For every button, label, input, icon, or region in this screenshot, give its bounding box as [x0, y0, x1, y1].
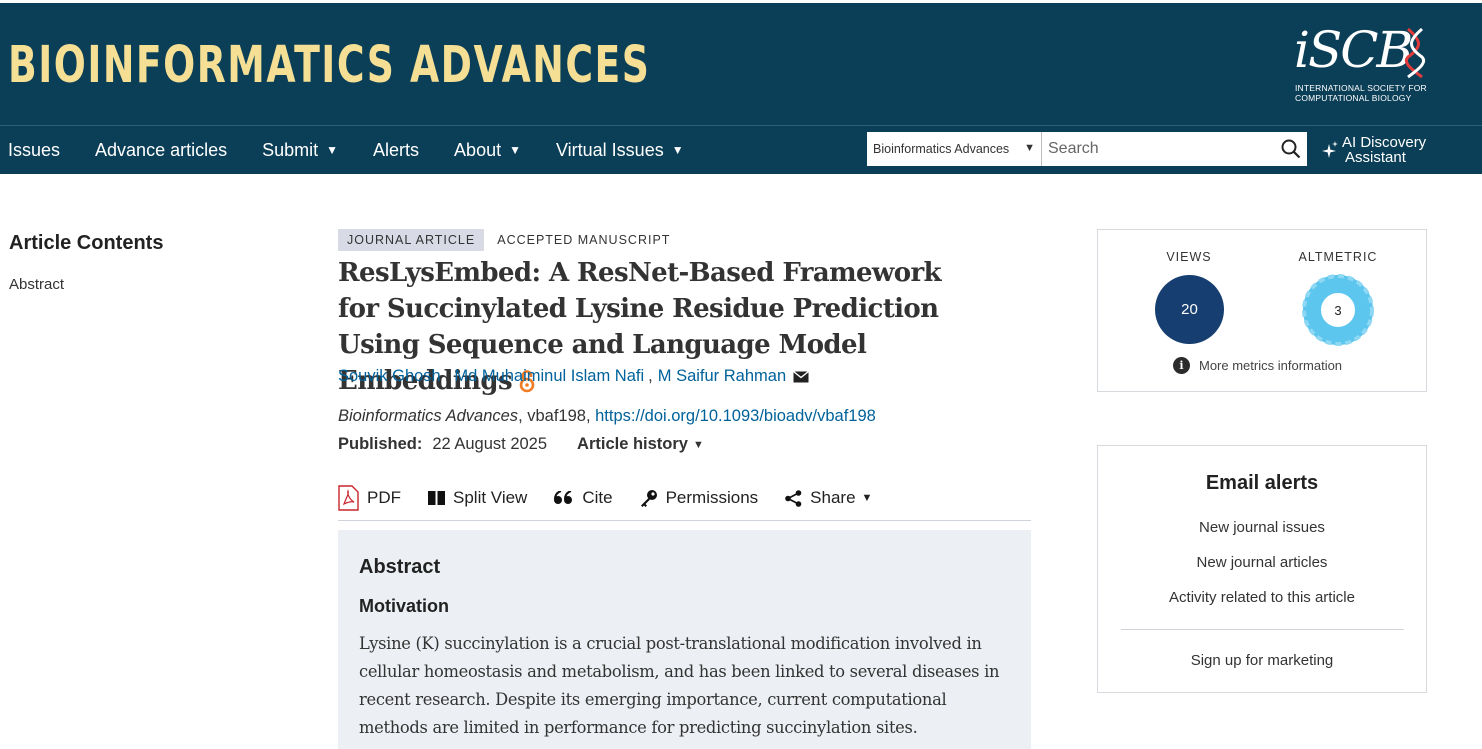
altmetric-score: 3: [1334, 302, 1342, 318]
split-view-icon: [428, 491, 445, 505]
share-icon: [785, 489, 802, 507]
share-button[interactable]: Share ▼: [785, 484, 872, 512]
caret-down-icon: ▼: [861, 492, 873, 504]
caret-down-icon: ▼: [326, 143, 339, 157]
article-history-label: Article history: [577, 435, 688, 453]
main-nav: Issues Advance articles Submit ▼ Alerts A…: [8, 134, 719, 166]
iscb-logo[interactable]: iSCB INTERNATIONAL SOCIETY FOR COMPUTATI…: [1292, 25, 1432, 105]
journal-masthead[interactable]: BIOINFORMATICS ADVANCES: [8, 33, 876, 97]
split-view-label: Split View: [453, 488, 528, 507]
nav-item-label: Virtual Issues: [555, 139, 664, 160]
sparkle-icon: [1322, 141, 1338, 158]
pdf-label: PDF: [367, 488, 401, 507]
motivation-heading: Motivation: [359, 596, 449, 616]
pdf-button[interactable]: PDF: [338, 484, 401, 512]
article-status-badge: ACCEPTED MANUSCRIPT: [497, 233, 671, 247]
dna-helix-icon: [1405, 27, 1425, 79]
search-scope-select[interactable]: Bioinformatics Advances ▼: [867, 132, 1042, 166]
nav-item-label: Advance articles: [95, 139, 228, 160]
nav-item-alerts[interactable]: Alerts: [373, 140, 419, 161]
quote-icon: [554, 491, 573, 504]
author-separator: ,: [648, 367, 653, 385]
split-view-button[interactable]: Split View: [428, 484, 527, 512]
iscb-subtitle: INTERNATIONAL SOCIETY FOR COMPUTATIONAL …: [1295, 83, 1427, 103]
permissions-button[interactable]: Permissions: [640, 484, 759, 512]
search-icon: [1281, 139, 1301, 159]
more-metrics-label: More metrics information: [1199, 358, 1343, 373]
caret-down-icon: ▼: [692, 438, 704, 451]
ai-assistant-line1: AI Discovery: [1342, 134, 1427, 151]
altmetric-label: ALTMETRIC: [1298, 250, 1378, 264]
toc-item-abstract[interactable]: Abstract: [9, 276, 64, 293]
iscb-wordmark: iSCB: [1294, 21, 1413, 79]
nav-item-about[interactable]: About ▼: [454, 140, 521, 161]
pdf-icon: [338, 485, 359, 511]
caret-down-icon: ▼: [671, 143, 684, 157]
alert-article-activity[interactable]: Activity related to this article: [1098, 589, 1426, 606]
key-icon: [640, 490, 657, 507]
nav-item-advance-articles[interactable]: Advance articles: [95, 140, 227, 161]
nav-divider: [0, 125, 1482, 126]
publication-info: Published: 22 August 2025 Article histor…: [338, 435, 704, 454]
more-metrics-link[interactable]: i More metrics information: [1173, 357, 1342, 374]
permissions-label: Permissions: [665, 488, 759, 507]
nav-item-virtual-issues[interactable]: Virtual Issues ▼: [556, 140, 684, 161]
share-label: Share: [810, 488, 856, 507]
caret-down-icon: ▼: [509, 143, 521, 157]
journal-title[interactable]: BIOINFORMATICS ADVANCES: [8, 40, 650, 91]
author-link[interactable]: M Saifur Rahman: [658, 367, 786, 386]
nav-item-label: Submit: [262, 139, 319, 160]
search-button[interactable]: [1275, 132, 1307, 166]
abstract-heading: Abstract: [359, 556, 441, 578]
abstract-text: Lysine (K) succinylation is a crucial po…: [359, 634, 1000, 737]
published-label: Published:: [338, 435, 423, 453]
ai-assistant-line2: Assistant: [1345, 149, 1406, 166]
author-separator: ,: [444, 367, 450, 385]
caret-down-icon: ▼: [1024, 142, 1035, 154]
ai-assistant-label: AI Discovery Assistant: [1342, 135, 1442, 165]
email-alerts-title: Email alerts: [1205, 472, 1319, 494]
published-date: 22 August 2025: [432, 435, 548, 453]
doi-link[interactable]: https://doi.org/10.1093/bioadv/vbaf198: [595, 407, 876, 425]
alert-marketing-signup[interactable]: Sign up for marketing: [1098, 652, 1426, 669]
views-label: VIEWS: [1166, 250, 1212, 264]
views-count: 20: [1181, 301, 1198, 318]
article-toolbar: PDF Split View Cite Permissions Share ▼: [338, 484, 1031, 521]
abstract-section: Abstract Motivation Lysine (K) succinyla…: [338, 530, 1031, 749]
search-input[interactable]: [1042, 132, 1275, 166]
author-link[interactable]: Souvik Ghosh: [338, 367, 441, 386]
search-bar: Bioinformatics Advances ▼: [867, 132, 1307, 166]
ai-discovery-assistant-button[interactable]: AI Discovery Assistant: [1322, 133, 1442, 167]
nav-item-issues[interactable]: Issues: [8, 140, 60, 161]
article-history-toggle[interactable]: Article history ▼: [577, 435, 704, 454]
article-contents-title: Article Contents: [9, 232, 164, 254]
alerts-divider: [1121, 629, 1404, 630]
nav-item-label: About: [454, 139, 502, 160]
cite-label: Cite: [582, 488, 613, 507]
views-badge[interactable]: 20: [1155, 275, 1224, 344]
alert-new-journal-articles[interactable]: New journal articles: [1098, 554, 1426, 571]
cite-button[interactable]: Cite: [554, 484, 613, 512]
iscb-subtitle-line2: COMPUTATIONAL BIOLOGY: [1295, 93, 1412, 103]
iscb-subtitle-line1: INTERNATIONAL SOCIETY FOR: [1295, 83, 1427, 93]
nav-item-label: Issues: [8, 139, 61, 160]
nav-item-submit[interactable]: Submit ▼: [262, 140, 338, 161]
search-scope-value: Bioinformatics Advances: [873, 142, 1010, 156]
alert-new-journal-issues[interactable]: New journal issues: [1098, 519, 1426, 536]
author-list: Souvik Ghosh , Md Muhaiminul Islam Nafi …: [338, 367, 810, 386]
info-icon: i: [1173, 357, 1190, 374]
article-badges: JOURNAL ARTICLE ACCEPTED MANUSCRIPT: [338, 229, 670, 251]
author-link[interactable]: Md Muhaiminul Islam Nafi: [454, 367, 644, 386]
envelope-icon[interactable]: [793, 370, 810, 383]
citation-line: Bioinformatics Advances, vbaf198, https:…: [338, 407, 876, 426]
citation-article-id: , vbaf198,: [518, 407, 596, 425]
citation-journal: Bioinformatics Advances: [338, 407, 519, 425]
article-type-badge: JOURNAL ARTICLE: [338, 229, 485, 251]
nav-item-label: Alerts: [373, 139, 420, 160]
metrics-panel: VIEWS ALTMETRIC 20 3 i More metrics info…: [1097, 229, 1427, 392]
email-alerts-panel: Email alerts New journal issues New jour…: [1097, 445, 1427, 693]
